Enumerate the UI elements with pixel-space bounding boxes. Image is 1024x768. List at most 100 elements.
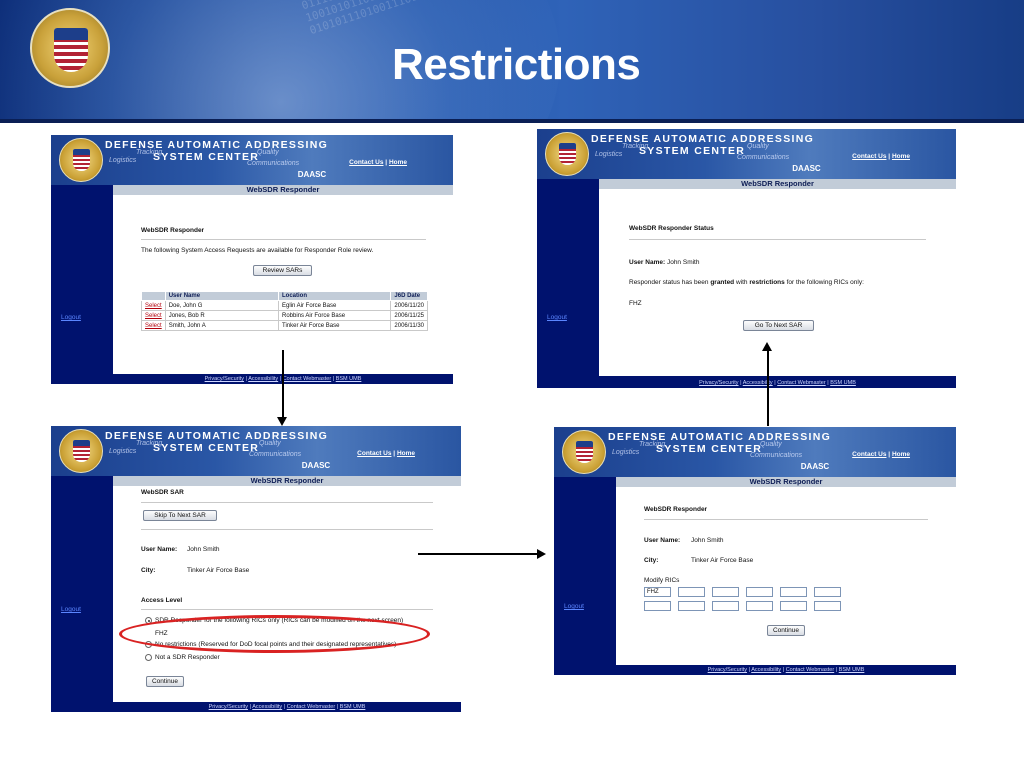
slide: 0111000111010100100101101111000101010111… [0, 0, 1024, 768]
not-responder-radio[interactable] [145, 654, 152, 661]
webmaster-link[interactable]: Contact Webmaster [287, 704, 336, 710]
ric-field[interactable] [746, 601, 773, 611]
screenshot-responder-status: DEFENSE AUTOMATIC ADDRESSING SYSTEM CENT… [537, 129, 956, 388]
tagline-quality: Quality [257, 149, 279, 156]
flow-arrow-down-line [282, 350, 284, 418]
privacy-link[interactable]: Privacy/Security [708, 667, 747, 673]
org-name-line2: SYSTEM CENTER [153, 151, 260, 163]
table-row: Select Smith, John A Tinker Air Force Ba… [141, 320, 428, 331]
tagline-quality: Quality [259, 440, 281, 447]
city-label: City: [141, 567, 156, 574]
app-footer: Privacy/Security | Accessibility | Conta… [699, 380, 856, 386]
tagline-communications: Communications [249, 451, 302, 458]
bsm-link[interactable]: BSM UMB [839, 667, 865, 673]
tagline-quality: Quality [760, 441, 782, 448]
ric-field[interactable] [712, 601, 739, 611]
content-panel: WebSDR Responder Status User Name: John … [599, 189, 956, 376]
privacy-link[interactable]: Privacy/Security [209, 704, 248, 710]
ric-field[interactable] [814, 587, 841, 597]
app-header: DEFENSE AUTOMATIC ADDRESSING SYSTEM CENT… [51, 426, 461, 476]
arrow-up-icon [762, 342, 772, 351]
privacy-link[interactable]: Privacy/Security [699, 380, 738, 386]
bsm-link[interactable]: BSM UMB [336, 376, 362, 382]
header-links: Contact Us | Home [852, 153, 910, 160]
cell-location: Tinker Air Force Base [277, 320, 392, 331]
home-link[interactable]: Home [397, 450, 415, 457]
dod-seal-icon [30, 8, 110, 88]
table-row: Select Jones, Bob R Robbins Air Force Ba… [141, 310, 428, 321]
cell-user: Smith, John A [164, 320, 280, 331]
cell-location: Robbins Air Force Base [277, 310, 392, 321]
ric-field[interactable] [814, 601, 841, 611]
user-name-label: User Name: [141, 546, 178, 553]
go-to-next-sar-button[interactable]: Go To Next SAR [743, 320, 814, 331]
home-link[interactable]: Home [892, 153, 910, 160]
ric-field[interactable] [746, 587, 773, 597]
modify-rics-label: Modify RICs [644, 577, 680, 584]
app-footer: Privacy/Security | Accessibility | Conta… [208, 704, 366, 710]
divider [141, 529, 433, 530]
select-link[interactable]: Select [141, 310, 166, 321]
ric-field[interactable] [678, 587, 705, 597]
webmaster-link[interactable]: Contact Webmaster [283, 376, 332, 382]
review-sars-button[interactable]: Review SARs [253, 265, 312, 276]
arrow-right-icon [537, 549, 546, 559]
app-title-bar: WebSDR Responder [616, 477, 956, 487]
intro-text: The following System Access Requests are… [141, 247, 374, 254]
accessibility-link[interactable]: Accessibility [248, 376, 278, 382]
contact-us-link[interactable]: Contact Us [349, 159, 383, 166]
cell-date: 2006/11/20 [390, 300, 428, 311]
cell-date: 2006/11/30 [390, 320, 428, 331]
logout-link[interactable]: Logout [547, 314, 567, 321]
highlight-ellipse [119, 615, 430, 653]
page-heading: WebSDR SAR [141, 489, 184, 496]
accessibility-link[interactable]: Accessibility [252, 704, 282, 710]
col-header-action [141, 291, 166, 301]
tagline-tracking: Tracking [136, 440, 163, 447]
app-header: DEFENSE AUTOMATIC ADDRESSING SYSTEM CENT… [554, 427, 956, 477]
org-name-line2: SYSTEM CENTER [639, 145, 746, 157]
contact-us-link[interactable]: Contact Us [357, 450, 391, 457]
logout-link[interactable]: Logout [564, 603, 584, 610]
user-name-label: User Name: [644, 537, 681, 544]
ric-field[interactable] [678, 601, 705, 611]
select-link[interactable]: Select [141, 320, 166, 331]
cell-location: Eglin Air Force Base [277, 300, 392, 311]
skip-to-next-sar-button[interactable]: Skip To Next SAR [143, 510, 217, 521]
contact-us-link[interactable]: Contact Us [852, 451, 886, 458]
tagline-logistics: Logistics [595, 151, 623, 158]
webmaster-link[interactable]: Contact Webmaster [786, 667, 835, 673]
tagline-quality: Quality [747, 143, 769, 150]
bsm-link[interactable]: BSM UMB [340, 704, 366, 710]
header-links: Contact Us | Home [852, 451, 910, 458]
logout-link[interactable]: Logout [61, 314, 81, 321]
cell-user: Jones, Bob R [164, 310, 280, 321]
ric-field[interactable] [780, 601, 807, 611]
page-heading: WebSDR Responder Status [629, 225, 714, 232]
ric-field[interactable] [780, 587, 807, 597]
contact-us-link[interactable]: Contact Us [852, 153, 886, 160]
header-links: Contact Us | Home [349, 159, 407, 166]
ric-field[interactable]: FHZ [644, 587, 671, 597]
divider [141, 502, 433, 503]
ric-field[interactable] [712, 587, 739, 597]
logout-link[interactable]: Logout [61, 606, 81, 613]
app-footer: Privacy/Security | Accessibility | Conta… [707, 667, 865, 673]
org-name-line2: SYSTEM CENTER [656, 443, 763, 455]
webmaster-link[interactable]: Contact Webmaster [777, 380, 826, 386]
home-link[interactable]: Home [892, 451, 910, 458]
user-name-row: User Name: John Smith [629, 259, 700, 266]
home-link[interactable]: Home [389, 159, 407, 166]
divider [141, 239, 426, 240]
accessibility-link[interactable]: Accessibility [751, 667, 781, 673]
continue-button[interactable]: Continue [767, 625, 805, 636]
screenshot-review-sars: DEFENSE AUTOMATIC ADDRESSING SYSTEM CENT… [51, 135, 453, 384]
ric-field[interactable] [644, 601, 671, 611]
city-value: Tinker Air Force Base [691, 557, 754, 564]
select-link[interactable]: Select [141, 300, 166, 311]
continue-button[interactable]: Continue [146, 676, 184, 687]
privacy-link[interactable]: Privacy/Security [205, 376, 244, 382]
app-title-bar: WebSDR Responder [113, 476, 461, 486]
col-header-location: Location [277, 291, 392, 301]
bsm-link[interactable]: BSM UMB [830, 380, 856, 386]
